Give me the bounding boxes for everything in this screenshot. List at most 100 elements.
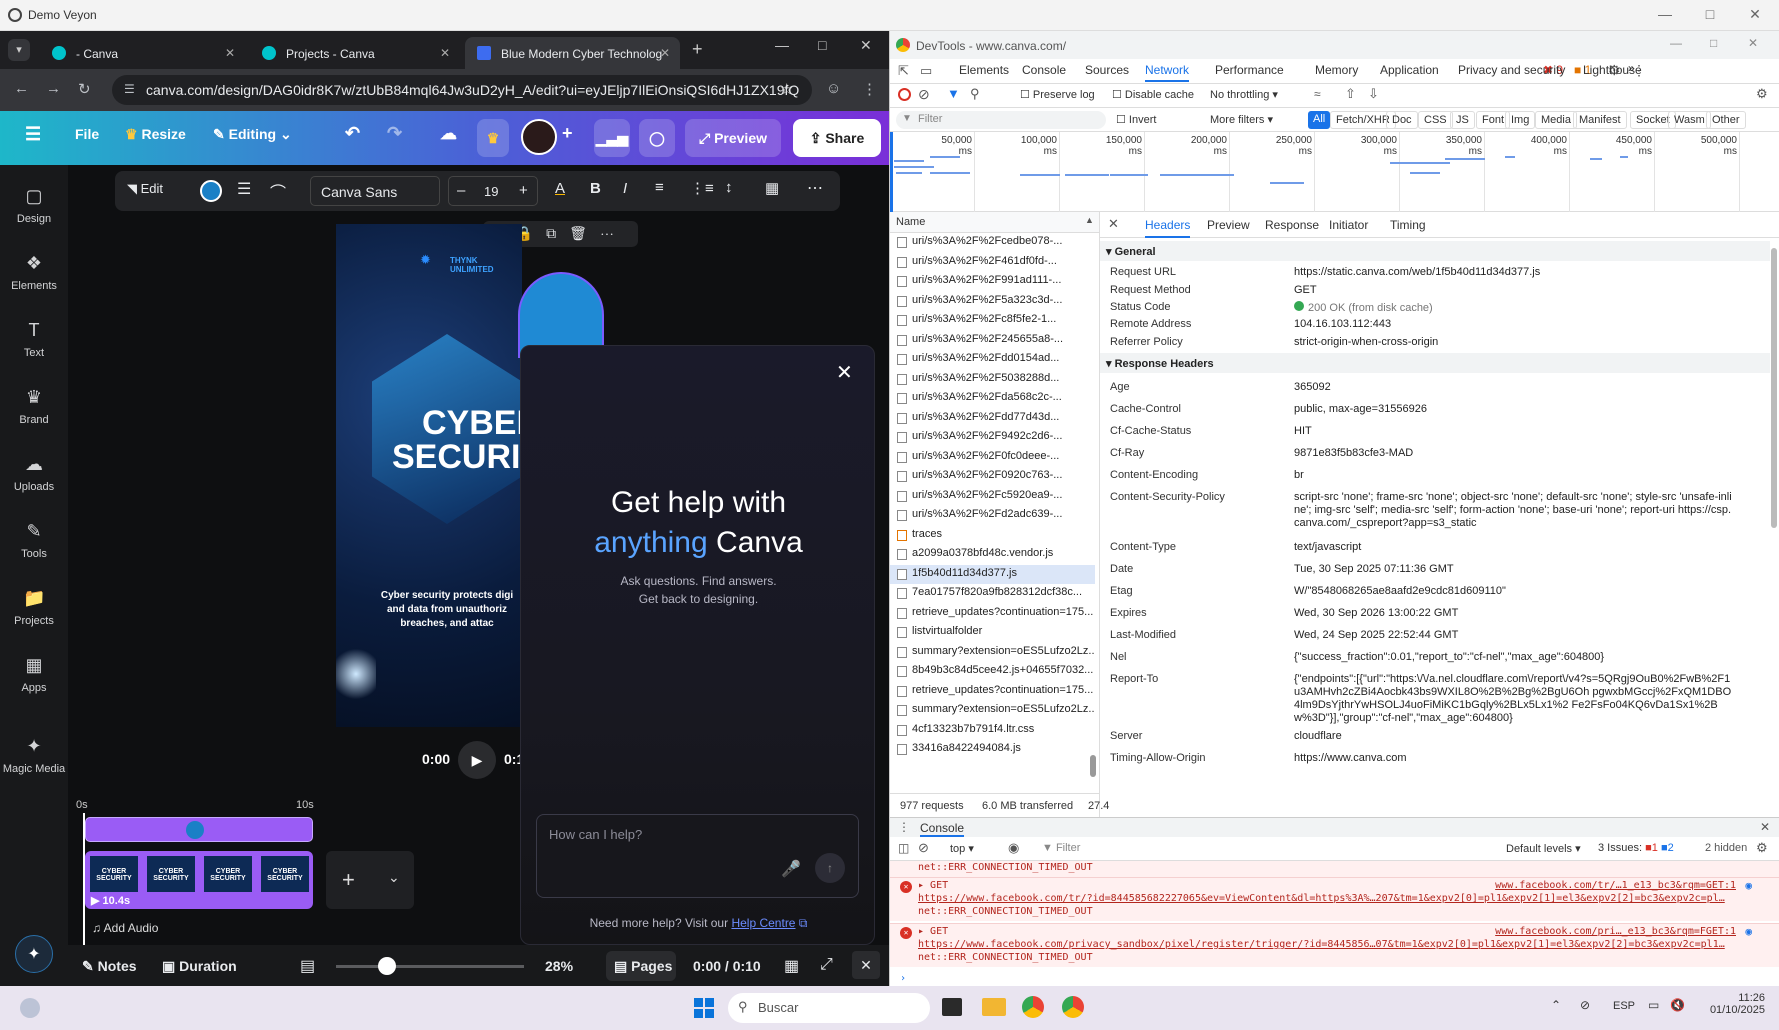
transparency-icon[interactable]: ▦ <box>765 179 779 197</box>
share-button[interactable]: ⇪ Share <box>793 119 881 157</box>
timeline-audio-track[interactable] <box>85 817 313 842</box>
detail-tab-initiator[interactable]: Initiator <box>1329 218 1368 236</box>
corner-radius-icon[interactable]: ⌒ <box>270 179 286 203</box>
timeline-clip[interactable]: CYBER SECURITY CYBER SECURITY CYBER SECU… <box>85 851 313 909</box>
console-settings-icon[interactable]: ⚙ <box>1756 840 1768 856</box>
console-clear-icon[interactable]: ⊘ <box>918 840 929 856</box>
task-view-icon[interactable] <box>942 998 962 1016</box>
volume-muted-icon[interactable]: 🔇 <box>1670 998 1685 1012</box>
request-row[interactable]: 33416a8422494084.js <box>890 740 1095 759</box>
overview-selection-handle[interactable] <box>890 132 893 212</box>
magic-sparkle-icon[interactable]: ✦ <box>15 935 53 973</box>
rail-item-text[interactable]: T Text <box>0 319 68 359</box>
request-row[interactable]: 1f5b40d11d34d377.js <box>890 564 1095 584</box>
console-request-url[interactable]: https://www.facebook.com/tr/?id=84458568… <box>918 893 1738 904</box>
filter-type-media[interactable]: Media <box>1535 111 1577 129</box>
request-row[interactable]: 8b49b3c84d5cee42.js+04655f7032... <box>890 662 1095 681</box>
duplicate-icon[interactable]: ⧉ <box>546 225 569 241</box>
issues-counter[interactable]: 3 Issues: ■1 ■2 <box>1598 842 1674 854</box>
show-hidden-icons-icon[interactable]: ⌃ <box>1551 998 1561 1012</box>
network-settings-icon[interactable]: ⚙ <box>1756 86 1768 102</box>
live-expression-eye-icon[interactable]: ◉ <box>1008 840 1019 856</box>
clock[interactable]: 11:26 01/10/2025 <box>1705 992 1765 1016</box>
cloud-save-icon[interactable]: ☁ <box>440 124 457 144</box>
request-row[interactable]: uri/s%3A%2F%2Fd2adc639-... <box>890 506 1095 525</box>
console-source-link[interactable]: www.facebook.com/pri…_e13_bc3&rqm=FGET:1 <box>1495 926 1736 937</box>
import-har-icon[interactable]: ⇧ <box>1345 86 1356 102</box>
minimize-icon[interactable]: — <box>1645 6 1685 22</box>
forward-icon[interactable]: → <box>46 80 61 97</box>
detail-tab-timing[interactable]: Timing <box>1390 218 1426 236</box>
filter-type-img[interactable]: Img <box>1505 111 1536 129</box>
detail-tab-headers[interactable]: Headers <box>1145 218 1191 238</box>
profile-icon[interactable]: ☺ <box>826 80 841 97</box>
chrome-taskbar-icon-2[interactable] <box>1062 996 1084 1018</box>
request-row[interactable]: a2099a0378bfd48c.vendor.js <box>890 545 1095 564</box>
devtools-tab-network[interactable]: Network <box>1145 63 1190 82</box>
redo-icon[interactable]: ↷ <box>387 123 402 144</box>
request-row[interactable]: uri/s%3A%2F%2Fdd77d43d... <box>890 409 1095 428</box>
tab-blue-modern-cyber[interactable]: Blue Modern Cyber Technolog ✕ <box>465 37 680 69</box>
filter-icon[interactable]: ▼ <box>947 86 960 101</box>
preview-button[interactable]: ⤢ Preview <box>685 119 781 157</box>
tab-projects-canva[interactable]: Projects - Canva ✕ <box>250 37 460 69</box>
filter-type-all[interactable]: All <box>1308 111 1331 129</box>
console-prompt[interactable]: › <box>890 973 1779 984</box>
duration-button[interactable]: ▣ Duration <box>162 958 237 975</box>
request-row[interactable]: uri/s%3A%2F%2F461df0fd-... <box>890 253 1095 272</box>
drawer-menu-icon[interactable]: ⋮ <box>898 820 910 834</box>
notes-button[interactable]: ✎ Notes <box>82 958 137 975</box>
font-size-minus[interactable]: – <box>457 182 465 199</box>
rail-item-brand[interactable]: ♛ Brand <box>0 386 68 426</box>
menu-hamburger-icon[interactable]: ☰ <box>25 124 41 145</box>
request-row[interactable]: summary?extension=oES5Lufzo2Lz... <box>890 643 1095 662</box>
sidebar-toggle-icon[interactable]: ◫ <box>898 841 909 855</box>
devtools-tab-performance[interactable]: Performance <box>1215 63 1284 80</box>
file-menu[interactable]: File <box>75 126 99 142</box>
color-swatch[interactable] <box>200 180 222 202</box>
filter-type-manifest[interactable]: Manifest <box>1573 111 1627 129</box>
inspect-icon[interactable]: ⇱ <box>898 63 909 79</box>
context-select[interactable]: top ▾ <box>950 842 974 855</box>
play-button[interactable]: ▶ <box>458 741 496 779</box>
taskbar-search[interactable]: ⚲ Buscar <box>728 993 930 1023</box>
section-response-headers[interactable]: ▾ Response Headers <box>1100 353 1770 373</box>
network-status-icon[interactable]: ⊘ <box>1580 998 1590 1012</box>
request-row[interactable]: summary?extension=oES5Lufzo2Lz... <box>890 701 1095 720</box>
new-tab-icon[interactable]: + <box>692 39 703 60</box>
crown-upgrade-icon[interactable]: ♛ <box>477 119 509 157</box>
rail-item-magic-media[interactable]: ✦ Magic Media <box>0 735 68 775</box>
editing-mode-button[interactable]: ✎ Editing ⌄ <box>213 126 292 143</box>
headers-scrollbar[interactable] <box>1770 238 1778 538</box>
tab-close-icon[interactable]: ✕ <box>225 46 235 60</box>
text-color-icon[interactable]: A <box>555 180 565 197</box>
dt-maximize-icon[interactable]: □ <box>1710 36 1717 50</box>
start-windows-icon[interactable] <box>694 998 714 1018</box>
devtools-tab-application[interactable]: Application <box>1380 63 1439 80</box>
delete-icon[interactable]: 🗑 <box>569 225 600 241</box>
microphone-icon[interactable]: 🎤 <box>781 859 801 879</box>
request-row[interactable]: uri/s%3A%2F%2Fcedbe078-... <box>890 233 1095 252</box>
language-indicator[interactable]: ESP <box>1613 1000 1635 1012</box>
request-row[interactable]: uri/s%3A%2F%2F0920c763-... <box>890 467 1095 486</box>
more-tabs-icon[interactable]: » <box>1628 61 1635 75</box>
maximize-icon[interactable]: □ <box>1690 6 1730 22</box>
devtools-tab-memory[interactable]: Memory <box>1315 63 1358 80</box>
zoom-slider-track[interactable] <box>336 965 524 968</box>
undo-icon[interactable]: ↶ <box>345 123 360 144</box>
widgets-icon[interactable] <box>20 998 40 1018</box>
browser-close-icon[interactable]: ✕ <box>860 37 872 54</box>
page-view-icon[interactable]: ▤ <box>300 956 315 976</box>
levels-select[interactable]: Default levels ▾ <box>1506 842 1581 855</box>
help-centre-link[interactable]: Help Centre <box>731 916 795 930</box>
detail-tab-preview[interactable]: Preview <box>1207 218 1250 236</box>
console-filter-input[interactable]: ▼ Filter <box>1036 840 1376 858</box>
rail-item-elements[interactable]: ❖ Elements <box>0 252 68 292</box>
align-center-icon[interactable]: ≡ <box>655 179 664 196</box>
devtools-tab-sources[interactable]: Sources <box>1085 63 1129 80</box>
device-toggle-icon[interactable]: ▭ <box>920 63 932 79</box>
help-input[interactable]: How can I help? 🎤 ↑ <box>536 814 859 898</box>
filter-type-doc[interactable]: Doc <box>1386 111 1418 129</box>
request-row[interactable]: uri/s%3A%2F%2Fc5920ea9-... <box>890 487 1095 506</box>
request-row[interactable]: uri/s%3A%2F%2F5a323c3d-... <box>890 292 1095 311</box>
